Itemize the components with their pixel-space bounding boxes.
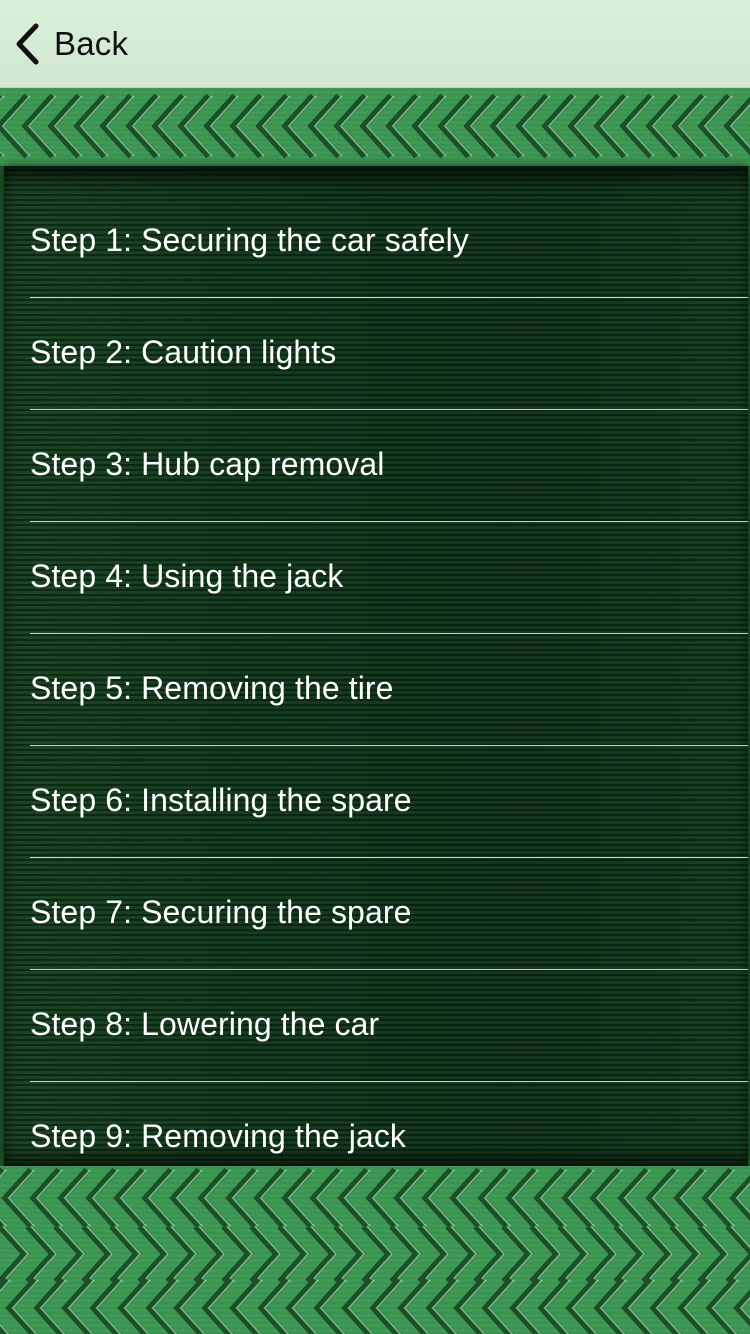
tread-pattern-bottom: [0, 1166, 750, 1334]
step-label: Step 9: Removing the jack: [30, 1118, 407, 1154]
steps-panel[interactable]: Step 1: Securing the car safely Step 2: …: [4, 166, 748, 1166]
step-label: Step 1: Securing the car safely: [30, 222, 469, 258]
step-item-5[interactable]: Step 5: Removing the tire: [4, 634, 748, 746]
step-item-4[interactable]: Step 4: Using the jack: [4, 522, 748, 634]
back-label: Back: [54, 25, 129, 62]
step-label: Step 8: Lowering the car: [30, 1006, 380, 1042]
step-item-9[interactable]: Step 9: Removing the jack: [4, 1082, 748, 1166]
step-item-7[interactable]: Step 7: Securing the spare: [4, 858, 748, 970]
navigation-bar: Back: [0, 0, 750, 88]
step-item-1[interactable]: Step 1: Securing the car safely: [4, 186, 748, 298]
step-item-3[interactable]: Step 3: Hub cap removal: [4, 410, 748, 522]
step-item-8[interactable]: Step 8: Lowering the car: [4, 970, 748, 1082]
step-label: Step 3: Hub cap removal: [30, 446, 385, 482]
chevron-left-icon: [14, 23, 40, 65]
step-label: Step 6: Installing the spare: [30, 782, 412, 818]
step-item-2[interactable]: Step 2: Caution lights: [4, 298, 748, 410]
step-label: Step 2: Caution lights: [30, 334, 337, 370]
step-label: Step 5: Removing the tire: [30, 670, 394, 706]
back-button[interactable]: Back: [14, 22, 128, 66]
step-label: Step 7: Securing the spare: [30, 894, 412, 930]
tread-pattern-top: [0, 88, 750, 166]
step-label: Step 4: Using the jack: [30, 558, 344, 594]
steps-list: Step 1: Securing the car safely Step 2: …: [4, 186, 748, 1166]
step-item-6[interactable]: Step 6: Installing the spare: [4, 746, 748, 858]
